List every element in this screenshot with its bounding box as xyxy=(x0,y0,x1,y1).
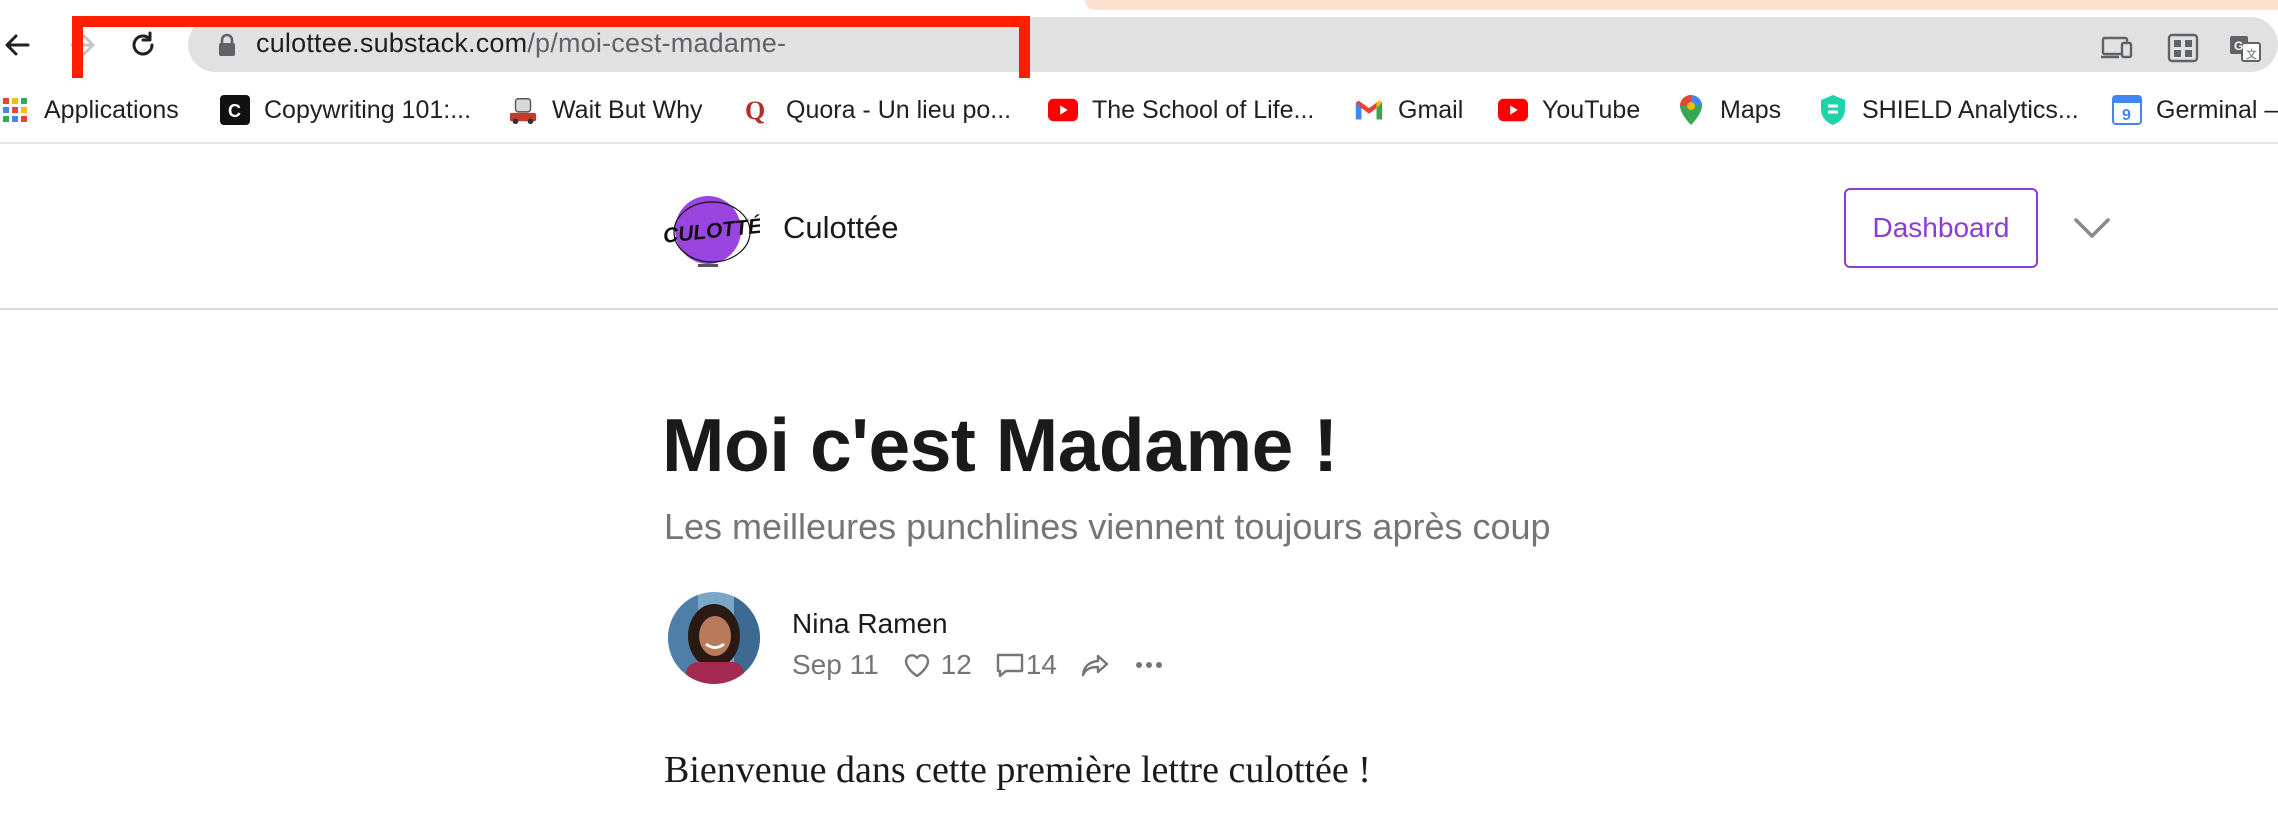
active-tab-edge[interactable] xyxy=(1085,0,2278,10)
bookmarks-bar: Applications C Copywriting 101:... Wait … xyxy=(0,78,2278,142)
browser-toolbar: culottee.substack.com/p/moi-cest-madame-… xyxy=(0,14,2278,112)
post-title: Moi c'est Madame ! xyxy=(662,403,1338,487)
bookmark-shield-analytics[interactable]: SHIELD Analytics... xyxy=(1818,92,2079,128)
bookmark-label: The School of Life... xyxy=(1092,95,1315,124)
gmail-icon xyxy=(1354,95,1384,125)
chevron-down-icon[interactable] xyxy=(2072,212,2112,244)
author-avatar[interactable] xyxy=(668,592,760,684)
tab-strip xyxy=(0,0,2278,14)
site-header: CULOTTÉE Culottée Dashboard xyxy=(0,144,2278,310)
svg-text:G: G xyxy=(2234,39,2243,53)
bookmark-quora[interactable]: Q Quora - Un lieu po... xyxy=(742,92,1011,128)
install-app-icon[interactable] xyxy=(2166,33,2200,63)
bookmark-applications[interactable]: Applications xyxy=(0,92,179,128)
more-options-button[interactable] xyxy=(1133,649,1165,681)
bookmark-label: Applications xyxy=(44,95,179,124)
more-horizontal-icon xyxy=(1135,662,1162,668)
back-button[interactable] xyxy=(0,28,34,62)
comment-icon xyxy=(996,653,1024,678)
like-count: 12 xyxy=(940,649,972,680)
bookmark-label: Wait But Why xyxy=(552,95,703,124)
author-name[interactable]: Nina Ramen xyxy=(792,608,948,640)
bookmark-copywriting[interactable]: C Copywriting 101:... xyxy=(220,92,471,128)
bookmark-label: Quora - Un lieu po... xyxy=(786,95,1012,124)
post-date: Sep 11 xyxy=(792,649,879,680)
maps-pin-icon xyxy=(1676,95,1706,125)
post-subtitle: Les meilleures punchlines viennent toujo… xyxy=(664,506,1551,547)
bookmark-label: Germinal – xyxy=(2156,95,2278,124)
dashboard-button[interactable]: Dashboard xyxy=(1844,188,2038,268)
publication-name[interactable]: Culottée xyxy=(783,210,898,246)
bookmark-label: SHIELD Analytics... xyxy=(1862,95,2079,124)
svg-text:文: 文 xyxy=(2246,47,2257,61)
bookmark-youtube[interactable]: YouTube xyxy=(1498,92,1640,128)
copywriting-c-icon: C xyxy=(220,95,250,125)
heart-icon xyxy=(904,654,929,678)
translate-icon[interactable]: G文 xyxy=(2228,33,2262,63)
post-meta: Sep 11 12 14 xyxy=(792,648,1187,682)
bookmark-label: YouTube xyxy=(1542,95,1641,124)
quora-icon: Q xyxy=(742,95,772,125)
svg-text:Q: Q xyxy=(745,96,765,125)
svg-text:9: 9 xyxy=(2122,107,2131,124)
youtube-icon xyxy=(1498,95,1528,125)
comments-button[interactable]: 14 xyxy=(994,649,1057,681)
bookmark-wait-but-why[interactable]: Wait But Why xyxy=(508,92,703,128)
calendar-icon: 9 xyxy=(2112,95,2142,125)
post-body-first-line: Bienvenue dans cette première lettre cul… xyxy=(664,749,1371,791)
cast-device-icon[interactable] xyxy=(2100,33,2134,63)
publication-logo[interactable]: CULOTTÉE xyxy=(660,192,778,278)
bookmark-gmail[interactable]: Gmail xyxy=(1354,92,1463,128)
bookmark-germinal[interactable]: 9 Germinal – xyxy=(2112,92,2278,128)
bookmark-maps[interactable]: Maps xyxy=(1676,92,1781,128)
like-button[interactable]: 12 xyxy=(901,649,972,681)
youtube-icon xyxy=(1048,95,1078,125)
bookmark-label: Copywriting 101:... xyxy=(264,95,472,124)
share-button[interactable] xyxy=(1079,649,1111,681)
shield-icon xyxy=(1818,95,1848,125)
bookmark-label: Gmail xyxy=(1398,95,1464,124)
bookmark-school-of-life[interactable]: The School of Life... xyxy=(1048,92,1314,128)
back-arrow-icon xyxy=(5,34,30,56)
share-icon xyxy=(1081,654,1109,677)
apps-grid-icon xyxy=(0,95,30,125)
comment-count: 14 xyxy=(1025,649,1057,680)
svg-text:C: C xyxy=(228,101,241,121)
wait-but-why-icon xyxy=(508,95,538,125)
bookmark-label: Maps xyxy=(1720,95,1782,124)
